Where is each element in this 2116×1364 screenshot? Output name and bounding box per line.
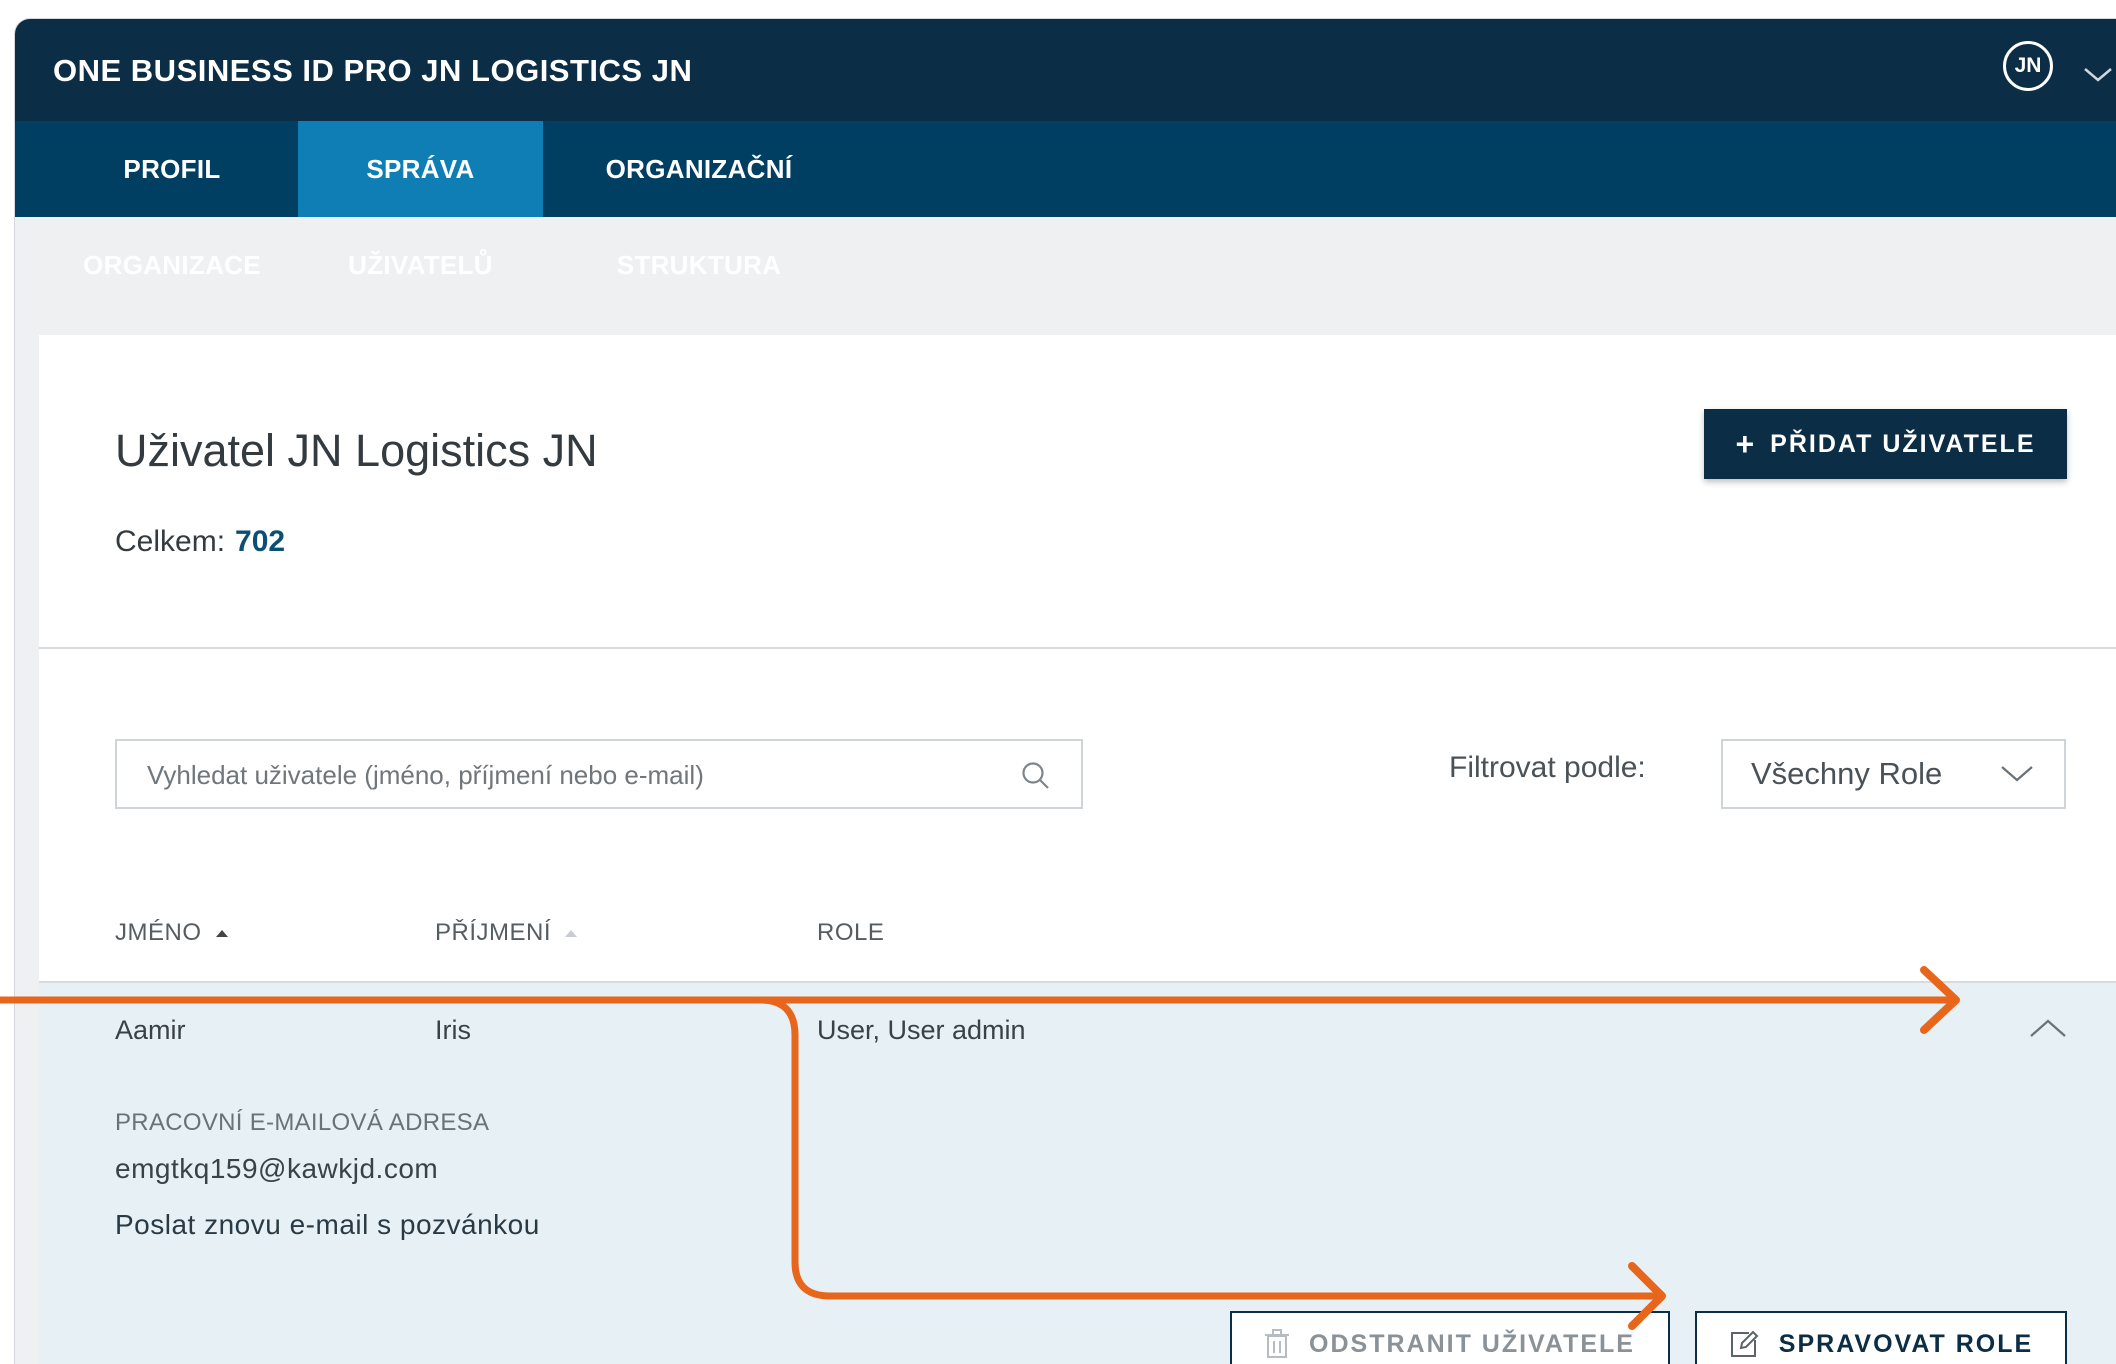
- card-header: Uživatel JN Logistics JN Celkem: 702 + PŘ…: [39, 335, 2116, 649]
- tab-profil-organizace[interactable]: PROFIL ORGANIZACE: [55, 121, 289, 280]
- trash-icon: [1265, 1329, 1290, 1358]
- chevron-up-icon[interactable]: [2029, 1017, 2067, 1039]
- plus-icon: +: [1735, 425, 1757, 462]
- cell-first-name: Aamir: [115, 1015, 186, 1045]
- add-user-button[interactable]: + PŘIDAT UŽIVATELE: [1704, 409, 2067, 479]
- user-avatar[interactable]: JN: [2003, 41, 2053, 91]
- top-bar: ONE BUSINESS ID PRO JN LOGISTICS JN JN: [15, 19, 2116, 121]
- cell-last-name: Iris: [435, 1015, 471, 1045]
- column-header-role: ROLE: [817, 919, 884, 947]
- email-label: PRACOVNÍ E-MAILOVÁ ADRESA: [115, 1109, 490, 1136]
- page-title: Uživatel JN Logistics JN: [115, 425, 598, 476]
- tab-bar: PROFIL ORGANIZACE SPRÁVA UŽIVATELŮ ORGAN…: [15, 121, 2116, 280]
- filter-label: Filtrovat podle:: [1449, 751, 1646, 784]
- sort-ascending-icon: [215, 930, 228, 938]
- manage-roles-button[interactable]: SPRAVOVAT ROLE: [1695, 1311, 2067, 1364]
- tab-organizacni-struktura[interactable]: ORGANIZAČNÍ STRUKTURA: [561, 121, 837, 280]
- column-header-last-name[interactable]: PŘÍJMENÍ: [435, 919, 578, 947]
- search-box: [115, 739, 1083, 809]
- search-input[interactable]: [145, 741, 1009, 809]
- email-value: emgtkq159@kawkjd.com: [115, 1153, 439, 1184]
- column-header-first-name[interactable]: JMÉNO: [115, 919, 228, 947]
- table-row-expanded[interactable]: Aamir Iris User, User admin PRACOVNÍ E-M…: [39, 981, 2116, 1364]
- role-filter-value: Všechny Role: [1751, 756, 1943, 791]
- add-user-button-label: PŘIDAT UŽIVATELE: [1770, 429, 2036, 458]
- delete-user-button-label: ODSTRANIT UŽIVATELE: [1309, 1329, 1635, 1358]
- total-value: 702: [235, 525, 286, 558]
- resend-invite-link[interactable]: Poslat znovu e-mail s pozvánkou: [115, 1209, 540, 1241]
- manage-roles-button-label: SPRAVOVAT ROLE: [1778, 1329, 2034, 1358]
- users-card: Uživatel JN Logistics JN Celkem: 702 + PŘ…: [39, 335, 2116, 1364]
- column-header-label: ROLE: [817, 919, 885, 946]
- tab-sprava-uzivatelu[interactable]: SPRÁVA UŽIVATELŮ: [298, 121, 543, 280]
- app-window: ONE BUSINESS ID PRO JN LOGISTICS JN JN P…: [14, 18, 2116, 1364]
- sort-icon: [565, 930, 578, 938]
- cell-role: User, User admin: [817, 1015, 1026, 1045]
- total-count: Celkem: 702: [115, 525, 285, 559]
- search-icon[interactable]: [1021, 761, 1051, 791]
- chevron-down-icon: [2001, 766, 2033, 782]
- edit-icon: [1730, 1330, 1759, 1357]
- role-filter-select[interactable]: Všechny Role: [1721, 739, 2066, 809]
- column-header-label: PŘÍJMENÍ: [435, 919, 552, 946]
- delete-user-button[interactable]: ODSTRANIT UŽIVATELE: [1230, 1311, 1670, 1364]
- column-header-label: JMÉNO: [115, 919, 202, 946]
- total-label: Celkem:: [115, 525, 226, 558]
- app-title: ONE BUSINESS ID PRO JN LOGISTICS JN: [53, 53, 693, 88]
- chevron-down-icon[interactable]: [2083, 67, 2113, 83]
